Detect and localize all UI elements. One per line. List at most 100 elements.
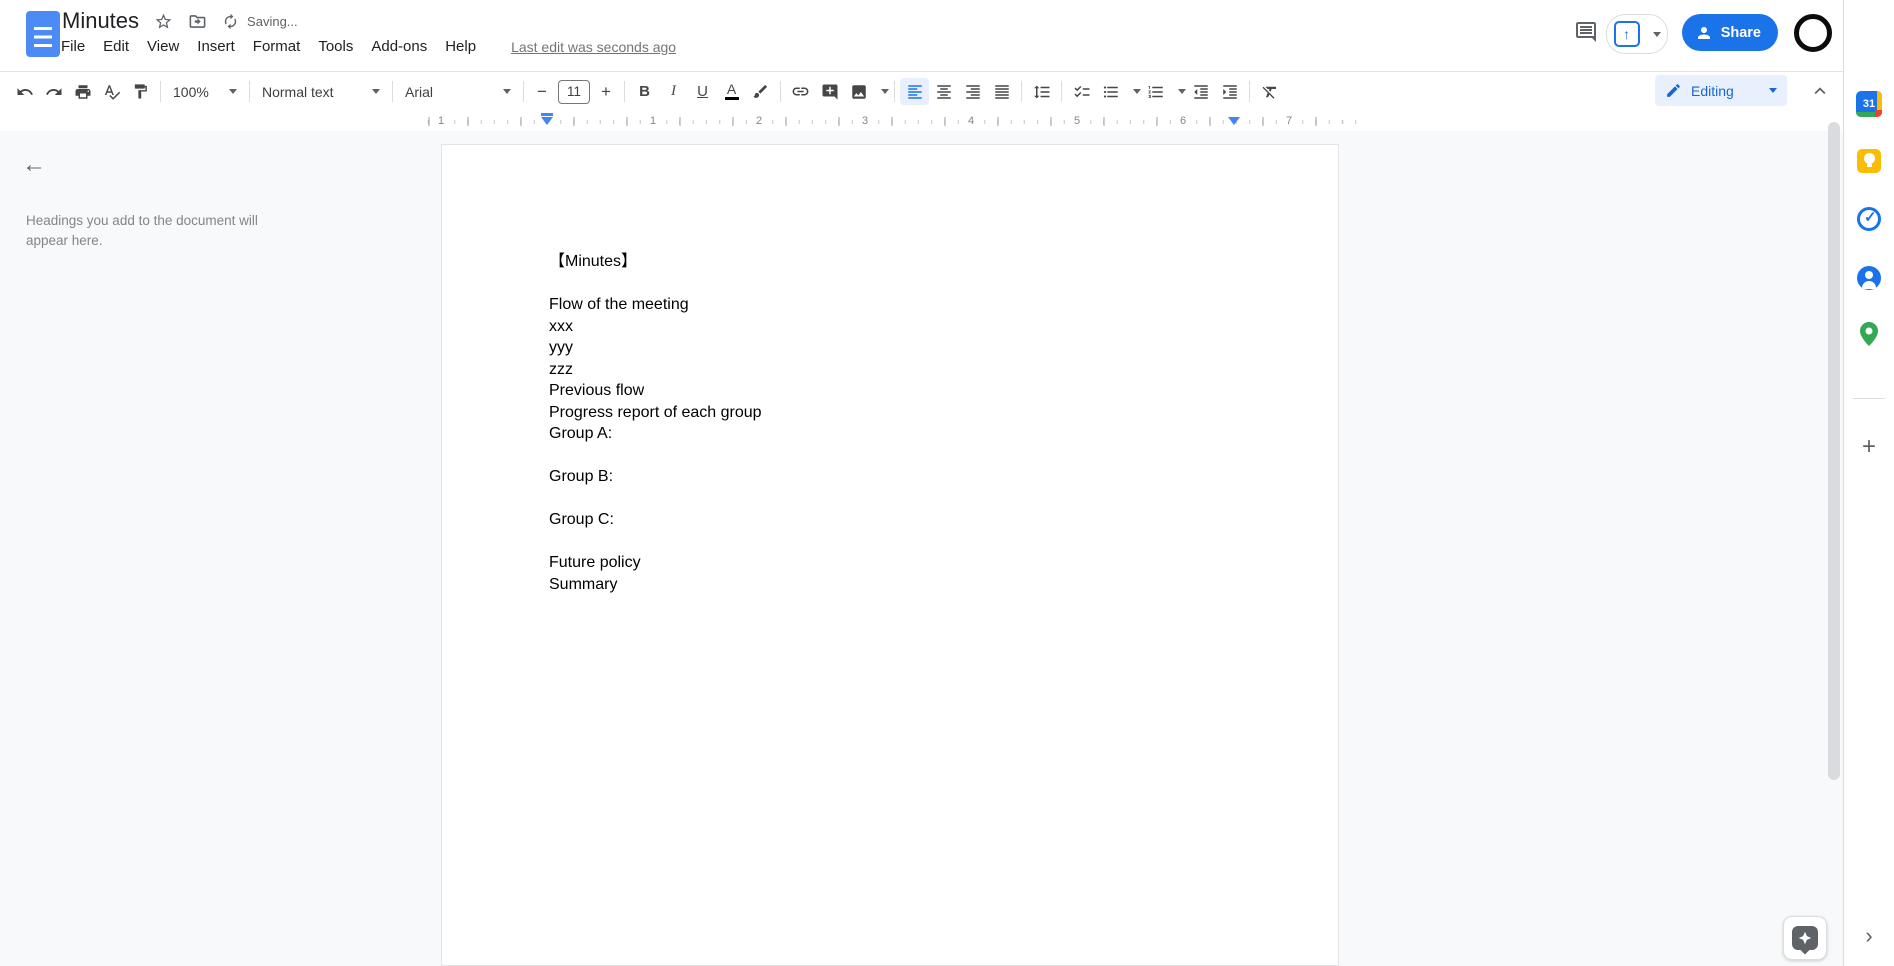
doc-line[interactable] <box>549 488 1229 510</box>
highlight-color-button[interactable] <box>746 78 775 105</box>
share-label: Share <box>1720 24 1761 41</box>
tasks-icon: ✓ <box>1857 207 1881 231</box>
ruler-number: 5 <box>1070 114 1084 128</box>
doc-line[interactable]: Progress report of each group <box>549 402 1229 424</box>
sidebar-maps-button[interactable] <box>1860 322 1878 351</box>
ruler-number: 4 <box>964 114 978 128</box>
chevron-down-icon <box>1769 88 1777 93</box>
outline-placeholder: Headings you add to the document will ap… <box>26 213 258 248</box>
menu-format[interactable]: Format <box>244 35 310 58</box>
editing-mode-button[interactable]: Editing <box>1655 75 1787 106</box>
text-color-button[interactable]: A <box>717 78 746 105</box>
doc-line[interactable]: 【Minutes】 <box>549 251 1229 273</box>
font-size-increase-button[interactable]: + <box>596 82 616 102</box>
doc-line[interactable]: yyy <box>549 337 1229 359</box>
back-arrow-icon[interactable]: ← <box>22 153 46 177</box>
menu-addons[interactable]: Add-ons <box>362 35 436 58</box>
undo-button[interactable] <box>10 78 39 105</box>
menu-edit[interactable]: Edit <box>94 35 138 58</box>
title-row: Minutes Saving... <box>62 8 298 34</box>
hide-side-panel-button[interactable]: › <box>1865 925 1872 947</box>
ruler-number: 6 <box>1176 114 1190 128</box>
clear-formatting-button[interactable] <box>1255 78 1284 105</box>
menu-insert[interactable]: Insert <box>188 35 244 58</box>
vertical-scrollbar[interactable] <box>1828 122 1840 780</box>
toolbar-separator <box>249 81 250 102</box>
extension-button[interactable] <box>1783 916 1827 960</box>
insert-link-button[interactable] <box>786 78 815 105</box>
doc-title[interactable]: Minutes <box>62 8 139 34</box>
toolbar-separator <box>160 81 161 102</box>
menu-help[interactable]: Help <box>436 35 485 58</box>
doc-line[interactable]: zzz <box>549 359 1229 381</box>
font-family-select[interactable]: Arial <box>398 78 518 105</box>
bold-button[interactable]: B <box>630 78 659 105</box>
font-size-decrease-button[interactable]: − <box>532 82 552 102</box>
menu-view[interactable]: View <box>138 35 188 58</box>
doc-line[interactable]: Group C: <box>549 509 1229 531</box>
print-button[interactable] <box>68 78 97 105</box>
account-avatar[interactable] <box>1794 14 1832 52</box>
zoom-select[interactable]: 100% <box>166 78 244 105</box>
chevron-down-icon[interactable] <box>1133 89 1141 94</box>
right-indent-marker[interactable] <box>1228 113 1240 125</box>
first-line-indent-marker[interactable] <box>541 113 553 116</box>
align-justify-button[interactable] <box>987 78 1016 105</box>
add-comment-button[interactable] <box>815 78 844 105</box>
get-addons-button[interactable]: + <box>1862 435 1876 459</box>
menu-file[interactable]: File <box>52 35 94 58</box>
insert-image-button[interactable] <box>844 78 873 105</box>
sidebar-keep-button[interactable] <box>1857 149 1881 173</box>
chevron-down-icon[interactable] <box>1178 89 1186 94</box>
doc-line[interactable]: Group A: <box>549 423 1229 445</box>
sidebar-calendar-button[interactable]: 31 <box>1856 91 1882 117</box>
paragraph-style-select[interactable]: Normal text <box>255 78 387 105</box>
sidebar-contacts-button[interactable] <box>1857 266 1881 290</box>
decrease-indent-button[interactable] <box>1186 78 1215 105</box>
redo-button[interactable] <box>39 78 68 105</box>
numbered-list-button[interactable] <box>1141 78 1170 105</box>
line-spacing-button[interactable] <box>1027 78 1056 105</box>
paint-format-button[interactable] <box>126 78 155 105</box>
doc-line[interactable] <box>549 531 1229 553</box>
align-center-button[interactable] <box>929 78 958 105</box>
spellcheck-button[interactable] <box>97 78 126 105</box>
doc-line[interactable]: Group B: <box>549 466 1229 488</box>
comment-history-button[interactable] <box>1574 20 1600 46</box>
doc-line[interactable]: Future policy <box>549 552 1229 574</box>
pencil-icon <box>1667 84 1680 97</box>
horizontal-ruler[interactable]: 1 1 2 3 4 5 6 7 <box>420 112 1360 131</box>
sidebar-tasks-button[interactable]: ✓ <box>1857 207 1881 231</box>
underline-button[interactable]: U <box>688 78 717 105</box>
increase-indent-button[interactable] <box>1215 78 1244 105</box>
doc-line[interactable]: Summary <box>549 574 1229 596</box>
bulleted-list-button[interactable] <box>1096 78 1125 105</box>
toolbar-separator <box>624 81 625 102</box>
italic-button[interactable]: I <box>659 78 688 105</box>
chevron-down-icon <box>503 89 511 94</box>
open-in-app-button[interactable]: ↑ <box>1606 14 1668 54</box>
toolbar: 100% Normal text Arial − 11 + B I U A <box>0 71 1844 111</box>
checklist-button[interactable] <box>1067 78 1096 105</box>
left-indent-marker[interactable] <box>541 113 553 125</box>
move-folder-icon[interactable] <box>188 12 207 31</box>
menu-tools[interactable]: Tools <box>309 35 362 58</box>
doc-line[interactable]: xxx <box>549 316 1229 338</box>
share-button[interactable]: Share <box>1681 14 1778 51</box>
toolbar-separator <box>392 81 393 102</box>
toolbar-right: Editing <box>1655 75 1831 106</box>
align-right-button[interactable] <box>958 78 987 105</box>
hide-menus-button[interactable] <box>1809 80 1831 102</box>
doc-line[interactable] <box>549 273 1229 295</box>
doc-line[interactable]: Flow of the meeting <box>549 294 1229 316</box>
toolbar-separator <box>780 81 781 102</box>
document-page[interactable]: 【Minutes】 Flow of the meeting xxx yyy zz… <box>441 144 1339 966</box>
font-size-input[interactable]: 11 <box>558 79 590 104</box>
star-icon[interactable] <box>154 12 173 31</box>
chevron-down-icon[interactable] <box>881 89 889 94</box>
doc-line[interactable] <box>549 445 1229 467</box>
last-edit-link[interactable]: Last edit was seconds ago <box>511 39 676 55</box>
doc-line[interactable]: Previous flow <box>549 380 1229 402</box>
align-left-button[interactable] <box>900 78 929 105</box>
current-text-color <box>724 97 739 100</box>
